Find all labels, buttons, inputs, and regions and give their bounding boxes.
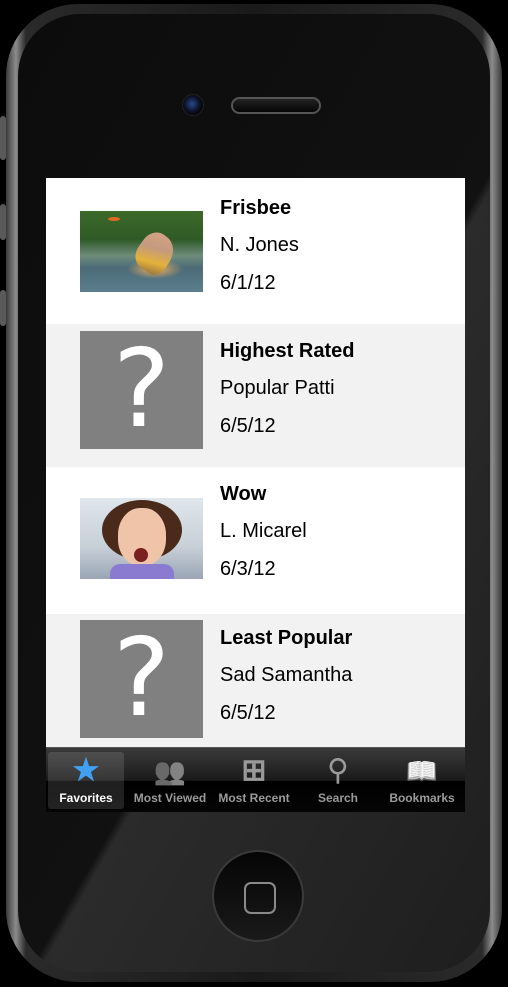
tab-most-recent[interactable]: ⊞ Most Recent [212,752,296,809]
item-title: Highest Rated [220,340,355,362]
placeholder-thumbnail: ? [80,620,203,738]
item-author: N. Jones [220,234,299,256]
question-mark-icon: ? [112,620,171,738]
question-mark-icon: ? [112,331,171,449]
tab-search[interactable]: ⚲ Search [308,752,368,809]
item-author: Sad Samantha [220,664,353,686]
home-button[interactable] [212,850,304,942]
tab-label: Most Viewed [133,791,207,805]
item-title: Wow [220,483,267,505]
search-icon: ⚲ [327,753,349,788]
item-author: Popular Patti [220,377,335,399]
frisbee-shape [108,217,120,221]
star-icon: ★ [72,754,100,787]
item-author: L. Micarel [220,520,307,542]
list-item[interactable]: ? Least Popular Sad Samantha 6/5/12 [46,614,465,757]
list-item[interactable]: ? Highest Rated Popular Patti 6/5/12 [46,324,465,467]
item-date: 6/5/12 [220,415,276,437]
placeholder-thumbnail: ? [80,331,203,449]
add-page-icon: ⊞ [241,754,267,787]
shirt-shape [110,564,174,579]
volume-up-button [0,204,6,240]
tab-label: Bookmarks [389,791,455,805]
item-date: 6/5/12 [220,702,276,724]
volume-down-button [0,290,6,326]
tab-label: Favorites [59,791,113,805]
list-item[interactable]: Wow L. Micarel 6/3/12 [46,470,465,613]
front-camera [182,94,204,116]
tab-most-viewed[interactable]: 👥 Most Viewed [130,752,210,809]
tab-bar: ★ Favorites 👥 Most Viewed ⊞ Most Recent … [46,747,465,812]
book-icon: 📖 [405,756,439,786]
frisbee-photo-thumbnail [80,211,203,292]
tab-favorites[interactable]: ★ Favorites [48,752,124,809]
app-screen: Frisbee N. Jones 6/1/12 ? Highest Rated … [46,178,465,812]
people-icon: 👥 [153,756,187,786]
mute-switch [0,116,6,160]
girl-photo-thumbnail [80,498,203,579]
tab-label: Most Recent [218,791,290,805]
item-date: 6/3/12 [220,558,276,580]
list-item[interactable]: Frisbee N. Jones 6/1/12 [46,178,465,321]
mouth-shape [134,548,148,562]
tab-bookmarks[interactable]: 📖 Bookmarks [382,752,462,809]
earpiece-speaker [231,97,321,114]
home-square-icon [244,882,276,914]
item-title: Least Popular [220,627,353,649]
item-title: Frisbee [220,197,292,219]
jumping-person-shape [129,226,181,280]
item-date: 6/1/12 [220,272,276,294]
tab-label: Search [317,791,359,805]
